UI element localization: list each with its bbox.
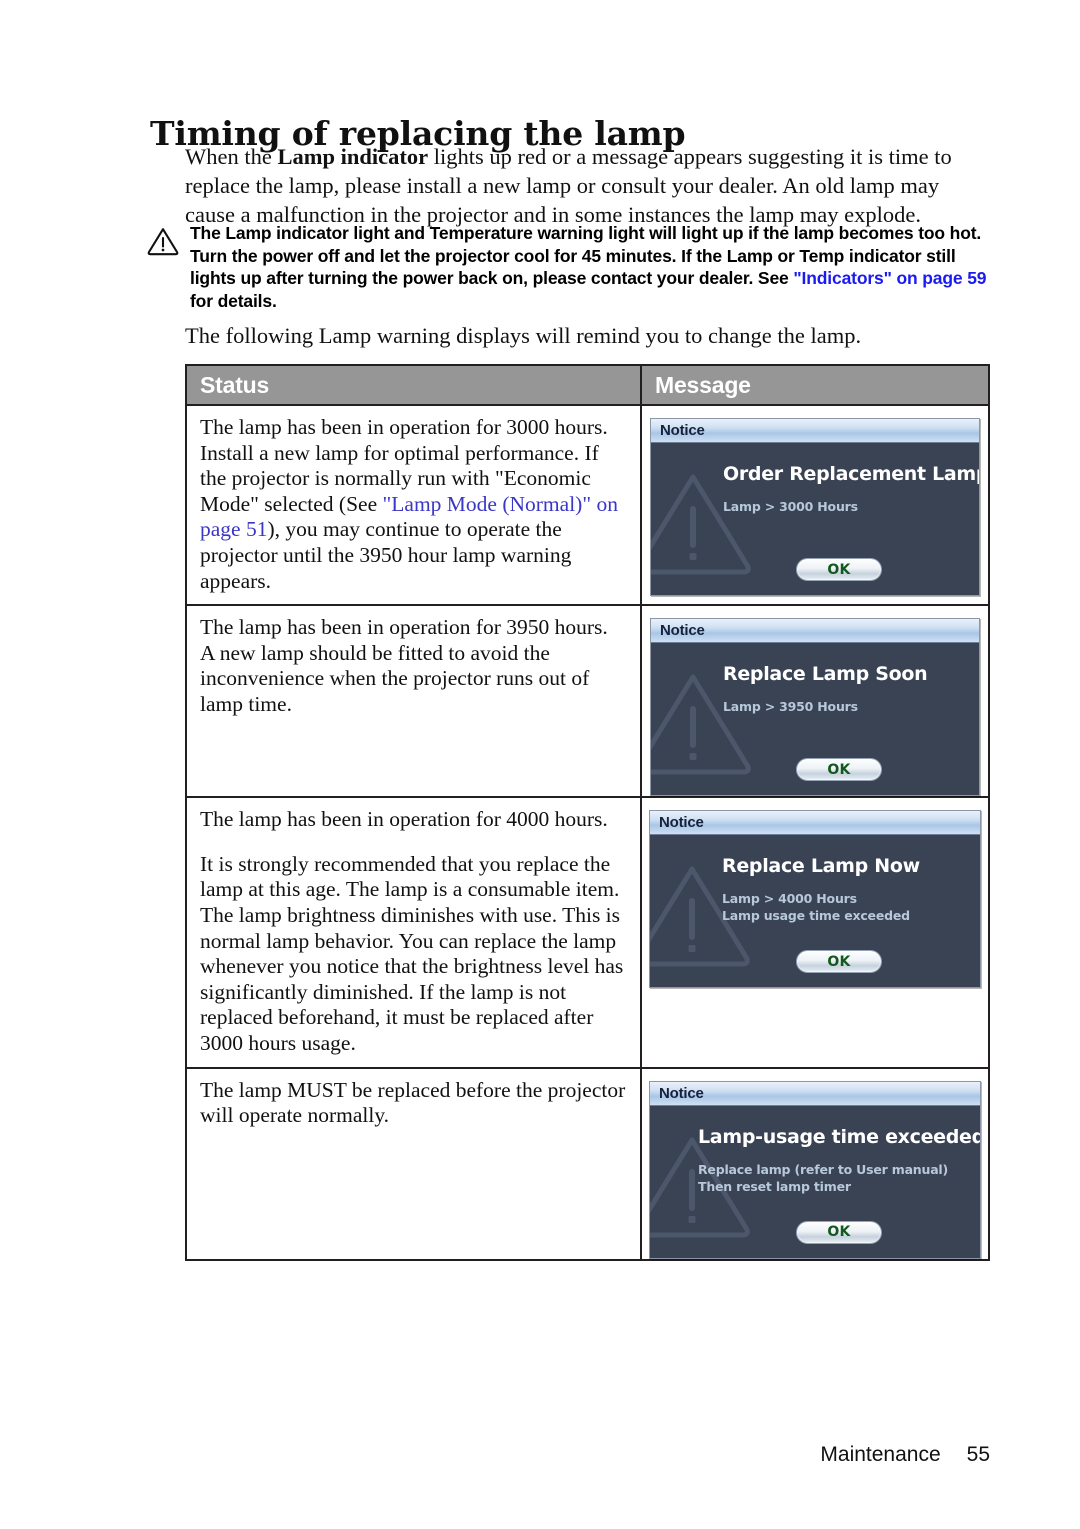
status-paragraph: The lamp MUST be replaced before the pro… [200, 1077, 626, 1128]
osd-detail-lines: Lamp > 3000 Hours [723, 498, 963, 515]
manual-page: Timing of replacing the lamp When the La… [0, 0, 1080, 1529]
note-text-2: for details. [190, 290, 277, 311]
column-header-status: Status [200, 371, 270, 398]
osd-content: Replace Lamp Now Lamp > 4000 Hours Lamp … [650, 835, 980, 987]
intro-paragraph: When the Lamp indicator lights up red or… [185, 142, 990, 229]
column-header-message: Message [655, 371, 751, 398]
osd-ok-label: OK [827, 561, 851, 578]
osd-body: Lamp-usage time exceeded Replace lamp (r… [650, 1105, 980, 1258]
status-column-cell: The lamp has been in operation for 4000 … [187, 798, 642, 1067]
osd-ok-button[interactable]: OK [796, 558, 882, 581]
table-row: The lamp has been in operation for 4000 … [187, 798, 988, 1069]
osd-detail-line: Lamp usage time exceeded [722, 908, 910, 924]
osd-detail-lines: Replace lamp (refer to User manual) Then… [698, 1161, 964, 1195]
table-row: The lamp has been in operation for 3000 … [187, 406, 988, 607]
osd-button-row: OK [723, 542, 963, 581]
osd-heading: Lamp-usage time exceeded [698, 1125, 980, 1148]
table-header-status-cell: Status [187, 366, 642, 404]
osd-titlebar-label: Notice [660, 422, 705, 439]
message-cell-inner: Notice Lamp-usage time exceeded Replace … [642, 1069, 988, 1259]
osd-detail-lines: Lamp > 3950 Hours [723, 698, 963, 715]
status-paragraph: The lamp has been in operation for 3950 … [200, 615, 608, 716]
table-header-message-cell: Message [642, 366, 988, 404]
message-column-cell: Notice Replace Lamp Soon Lamp > 3950 Hou… [642, 606, 988, 797]
osd-titlebar: Notice [651, 619, 979, 644]
osd-ok-label: OK [827, 953, 851, 970]
osd-ok-label: OK [827, 1224, 851, 1240]
warning-triangle-icon [146, 226, 180, 256]
osd-titlebar: Notice [650, 1081, 980, 1106]
osd-notice-dialog: Notice Order Replacement Lamp Lamp > 300… [650, 418, 980, 596]
osd-titlebar-label: Notice [659, 814, 704, 832]
footer-section-label: Maintenance [820, 1443, 941, 1466]
message-cell-inner: Notice Replace Lamp Now Lamp > 4000 Hour… [642, 798, 988, 989]
status-column-cell: The lamp has been in operation for 3950 … [187, 606, 642, 797]
status-text: The lamp MUST be replaced before the pro… [187, 1069, 640, 1139]
intro-text-before: When the [185, 144, 278, 169]
status-paragraph: It is strongly recommended that you repl… [200, 851, 624, 1055]
osd-notice-dialog: Notice Lamp-usage time exceeded Replace … [649, 1080, 981, 1259]
osd-ok-button[interactable]: OK [796, 1220, 882, 1244]
lamp-warning-table: Status Message The lamp has been in oper… [185, 364, 990, 1261]
osd-ok-label: OK [827, 761, 851, 778]
warning-note-text: The Lamp indicator light and Temperature… [190, 222, 996, 312]
table-row: The lamp has been in operation for 3950 … [187, 606, 988, 799]
osd-notice-dialog: Notice Replace Lamp Soon Lamp > 3950 Hou… [650, 618, 980, 797]
osd-titlebar-label: Notice [659, 1084, 704, 1102]
message-column-cell: Notice Lamp-usage time exceeded Replace … [642, 1069, 988, 1259]
osd-body: Order Replacement Lamp Lamp > 3000 Hours… [651, 443, 979, 595]
footer-page-number: 55 [966, 1443, 990, 1466]
osd-heading: Order Replacement Lamp [723, 463, 979, 485]
status-text: The lamp has been in operation for 3000 … [187, 406, 640, 604]
status-text: The lamp has been in operation for 3950 … [187, 606, 640, 727]
table-header-row: Status Message [187, 366, 988, 406]
osd-heading: Replace Lamp Soon [723, 663, 928, 686]
status-column-cell: The lamp MUST be replaced before the pro… [187, 1068, 642, 1259]
osd-detail-line: Then reset lamp timer [698, 1178, 851, 1194]
osd-content: Replace Lamp Soon Lamp > 3950 Hours OK [651, 643, 979, 795]
message-column-cell: Notice Replace Lamp Now Lamp > 4000 Hour… [642, 798, 988, 1066]
osd-detail-line: Lamp > 3950 Hours [723, 699, 858, 715]
status-paragraph: The lamp has been in operation for 3000 … [200, 415, 626, 594]
osd-detail-line: Lamp > 4000 Hours [722, 891, 857, 907]
warning-note-block: The Lamp indicator light and Temperature… [146, 222, 996, 312]
osd-heading: Replace Lamp Now [722, 855, 920, 878]
message-cell-inner: Notice Replace Lamp Soon Lamp > 3950 Hou… [642, 606, 988, 797]
status-column-cell: The lamp has been in operation for 3000 … [187, 406, 642, 605]
osd-titlebar: Notice [650, 811, 980, 836]
osd-ok-button[interactable]: OK [796, 950, 882, 974]
indicators-page-link[interactable]: "Indicators" on page 59 [793, 268, 986, 288]
osd-titlebar: Notice [651, 419, 979, 443]
osd-content: Lamp-usage time exceeded Replace lamp (r… [650, 1106, 980, 1258]
osd-titlebar-label: Notice [660, 622, 705, 640]
osd-detail-line: Lamp > 3000 Hours [723, 499, 858, 514]
osd-content: Order Replacement Lamp Lamp > 3000 Hours… [651, 443, 979, 595]
osd-button-row: OK [722, 1205, 964, 1244]
status-text: The lamp has been in operation for 4000 … [187, 798, 640, 1066]
page-footer: Maintenance 55 [0, 1443, 1080, 1467]
osd-button-row: OK [723, 742, 963, 782]
lead-in-text: The following Lamp warning displays will… [185, 323, 862, 348]
message-cell-inner: Notice Order Replacement Lamp Lamp > 300… [642, 406, 988, 596]
intro-text-bold: Lamp indicator [277, 144, 429, 169]
osd-button-row: OK [722, 934, 964, 974]
osd-detail-lines: Lamp > 4000 Hours Lamp usage time exceed… [722, 890, 964, 924]
status-paragraph: The lamp has been in operation for 4000 … [200, 807, 608, 832]
message-column-cell: Notice Order Replacement Lamp Lamp > 300… [642, 406, 988, 604]
osd-detail-line: Replace lamp (refer to User manual) [698, 1161, 949, 1177]
osd-body: Replace Lamp Soon Lamp > 3950 Hours OK [651, 643, 979, 796]
osd-ok-button[interactable]: OK [796, 758, 882, 782]
osd-notice-dialog: Notice Replace Lamp Now Lamp > 4000 Hour… [649, 810, 981, 989]
table-row: The lamp MUST be replaced before the pro… [187, 1068, 988, 1259]
osd-body: Replace Lamp Now Lamp > 4000 Hours Lamp … [650, 835, 980, 988]
